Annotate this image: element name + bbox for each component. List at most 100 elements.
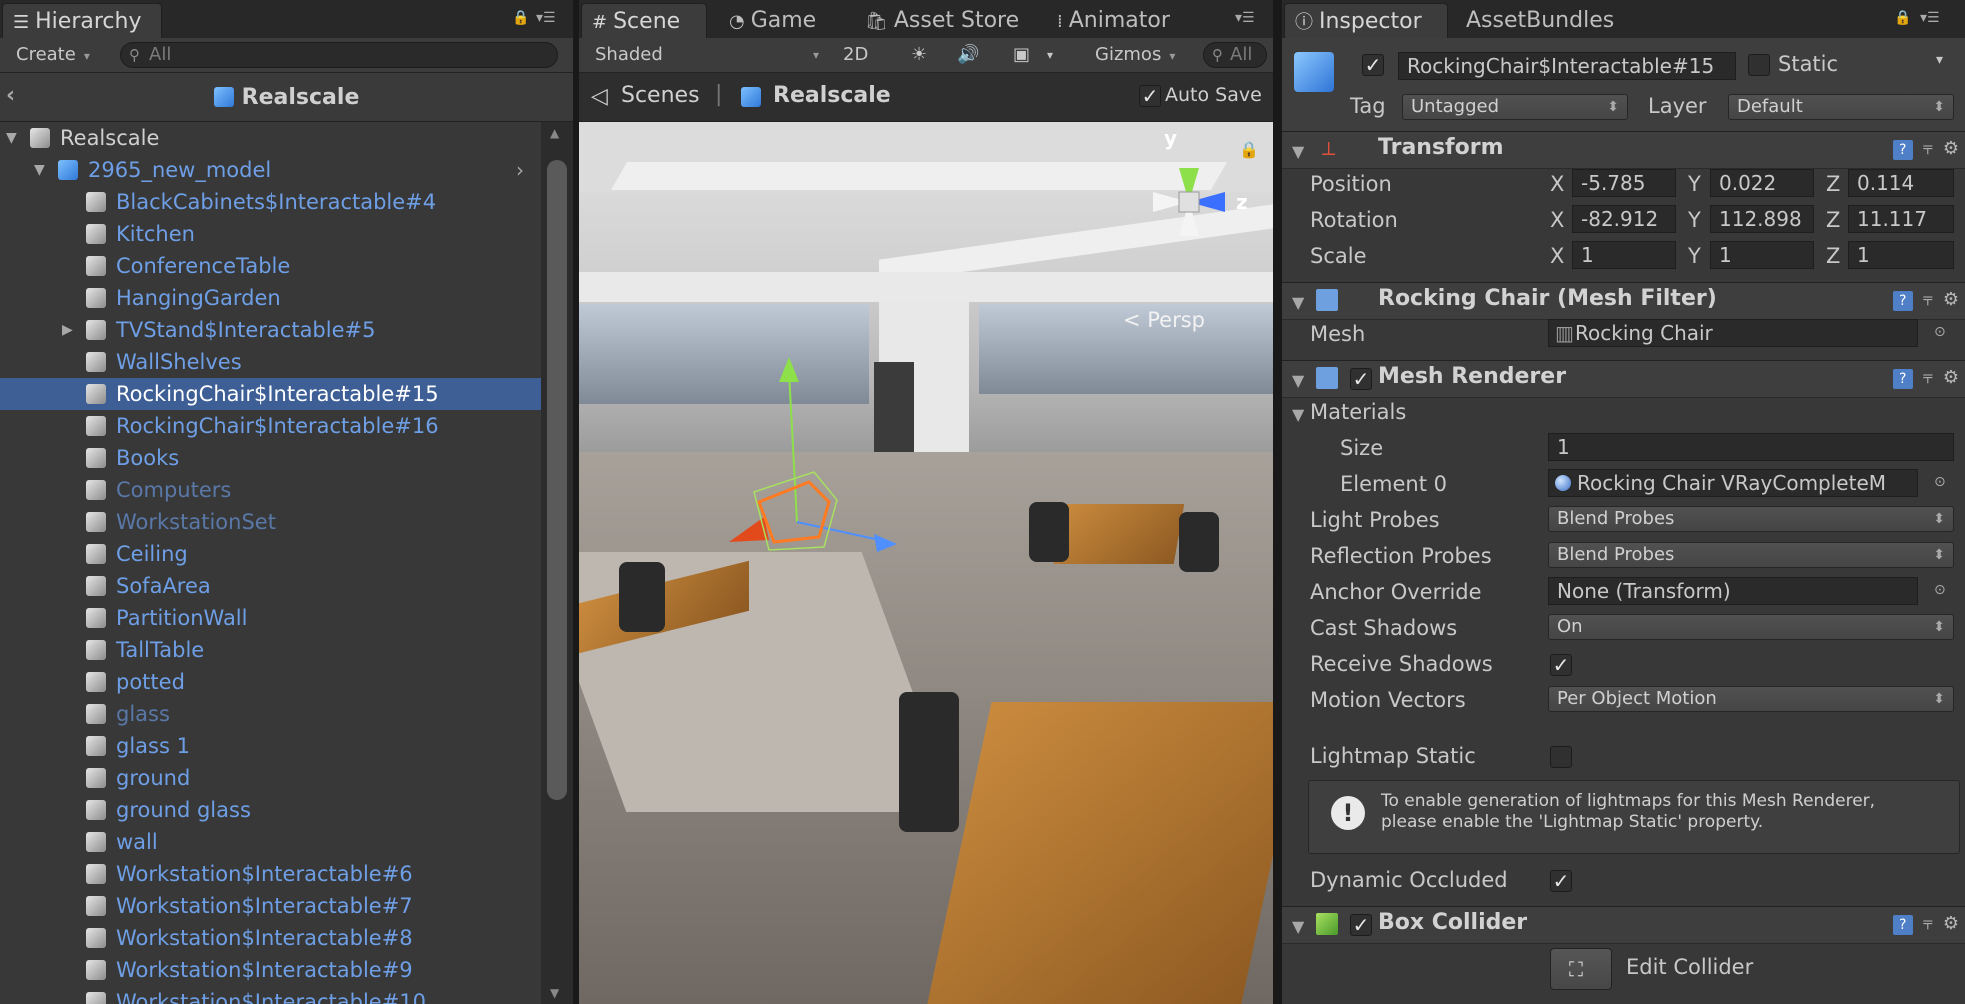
hierarchy-item[interactable]: Workstation$Interactable#7 (0, 890, 541, 922)
hierarchy-item[interactable]: ground glass (0, 794, 541, 826)
hierarchy-item[interactable]: ground (0, 762, 541, 794)
hierarchy-item[interactable]: Workstation$Interactable#9 (0, 954, 541, 986)
hierarchy-item[interactable]: RockingChair$Interactable#16 (0, 410, 541, 442)
hierarchy-item[interactable]: BlackCabinets$Interactable#4 (0, 186, 541, 218)
hierarchy-item[interactable]: Kitchen (0, 218, 541, 250)
panel-menu-icon[interactable]: ▾☰ (1920, 10, 1940, 26)
scroll-down-icon[interactable]: ▼ (550, 986, 559, 1000)
reflection-probes-dropdown[interactable]: Blend Probes (1548, 542, 1954, 568)
rotation-x-field[interactable]: -82.912 (1572, 205, 1676, 233)
lightmap-static-checkbox[interactable] (1550, 746, 1572, 768)
preset-icon[interactable]: ⫧ (1923, 138, 1933, 159)
position-x-field[interactable]: -5.785 (1572, 169, 1676, 197)
auto-save-checkbox[interactable]: ✓ (1139, 85, 1161, 107)
audio-toggle-icon[interactable]: 🔊 (949, 41, 987, 69)
receive-shadows-checkbox[interactable]: ✓ (1550, 654, 1572, 676)
object-name-field[interactable]: RockingChair$Interactable#15 (1398, 52, 1736, 80)
anchor-override-field[interactable]: None (Transform) (1548, 577, 1918, 605)
materials-size-field[interactable]: 1 (1548, 433, 1954, 461)
tab-scene[interactable]: # Scene (581, 3, 707, 38)
lock-icon[interactable]: 🔒 (1894, 10, 1911, 26)
scene-search-input[interactable]: ⚲ All (1203, 42, 1267, 68)
hierarchy-item[interactable]: glass (0, 698, 541, 730)
mesh-field[interactable]: ▥ Rocking Chair (1548, 319, 1918, 347)
scale-x-field[interactable]: 1 (1572, 241, 1676, 269)
hierarchy-item[interactable]: ▼ 2965_new_model › (0, 154, 541, 186)
scroll-up-icon[interactable]: ▲ (550, 126, 559, 140)
hierarchy-item[interactable]: RockingChair$Interactable#15 (0, 378, 541, 410)
gear-icon[interactable]: ⚙ (1943, 913, 1959, 934)
preset-icon[interactable]: ⫧ (1923, 367, 1933, 388)
motion-vectors-dropdown[interactable]: Per Object Motion (1548, 686, 1954, 712)
cast-shadows-dropdown[interactable]: On (1548, 614, 1954, 640)
tab-game[interactable]: ◔ Game (719, 3, 828, 38)
tab-hierarchy[interactable]: ☰ Hierarchy (2, 3, 162, 38)
rotation-y-field[interactable]: 112.898 (1710, 205, 1814, 233)
object-picker-icon[interactable]: ⊙ (1934, 582, 1946, 598)
hierarchy-item[interactable]: Computers (0, 474, 541, 506)
lighting-toggle-icon[interactable]: ☀ (903, 41, 935, 69)
lock-icon[interactable]: 🔒 (512, 10, 529, 26)
mesh-renderer-header[interactable]: ▼ ✓ Mesh Renderer ? ⫧ ⚙ (1282, 360, 1965, 398)
help-icon[interactable]: ? (1892, 291, 1913, 311)
foldout-icon[interactable]: ▼ (1292, 293, 1304, 312)
hierarchy-item[interactable]: Workstation$Interactable#10 (0, 986, 541, 1004)
projection-label[interactable]: < Persp (1123, 308, 1205, 332)
scale-z-field[interactable]: 1 (1848, 241, 1954, 269)
preset-icon[interactable]: ⫧ (1923, 913, 1933, 934)
panel-menu-icon[interactable]: ▾☰ (1235, 10, 1255, 26)
effects-toggle-icon[interactable]: ▣ (1005, 41, 1038, 69)
gizmos-dropdown[interactable]: Gizmos (1087, 41, 1183, 69)
edit-collider-button[interactable]: ⛶ (1550, 948, 1612, 990)
material-element0-field[interactable]: Rocking Chair VRayCompleteM (1548, 469, 1918, 497)
tab-inspector[interactable]: ⓘ Inspector (1284, 3, 1448, 38)
scene-viewport[interactable]: y z 🔒 < Persp (579, 122, 1273, 1004)
hierarchy-item[interactable]: potted (0, 666, 541, 698)
hierarchy-item[interactable]: Ceiling (0, 538, 541, 570)
hierarchy-item[interactable]: SofaArea (0, 570, 541, 602)
hierarchy-item[interactable]: ▶ TVStand$Interactable#5 (0, 314, 541, 346)
hierarchy-item[interactable]: ▼ Realscale (0, 122, 541, 154)
scrollbar-thumb[interactable] (547, 160, 567, 800)
hierarchy-item[interactable]: TallTable (0, 634, 541, 666)
hierarchy-item[interactable]: Workstation$Interactable#6 (0, 858, 541, 890)
effects-dropdown-icon[interactable]: ▾ (1039, 41, 1061, 69)
toggle-2d-button[interactable]: 2D (835, 41, 876, 69)
help-icon[interactable]: ? (1892, 369, 1913, 389)
move-gizmo[interactable] (729, 352, 909, 562)
scale-y-field[interactable]: 1 (1710, 241, 1814, 269)
tab-asset-store[interactable]: 🛍 Asset Store (855, 3, 1031, 38)
hierarchy-search-input[interactable]: ⚲ All (120, 42, 558, 68)
breadcrumb-scenes[interactable]: Scenes (621, 83, 700, 108)
box-collider-header[interactable]: ▼ ✓ Box Collider ? ⫧ ⚙ (1282, 906, 1965, 944)
tab-animator[interactable]: ⁞ Animator (1047, 3, 1182, 38)
shading-mode-dropdown[interactable]: Shaded ▾ (587, 41, 825, 69)
box-collider-enabled-checkbox[interactable]: ✓ (1350, 914, 1372, 936)
gear-icon[interactable]: ⚙ (1943, 367, 1959, 388)
hierarchy-item[interactable]: Books (0, 442, 541, 474)
hierarchy-item[interactable]: WorkstationSet (0, 506, 541, 538)
mesh-filter-header[interactable]: ▼ Rocking Chair (Mesh Filter) ? ⫧ ⚙ (1282, 282, 1965, 320)
dynamic-occluded-checkbox[interactable]: ✓ (1550, 870, 1572, 892)
position-z-field[interactable]: 0.114 (1848, 169, 1954, 197)
hierarchy-item[interactable]: Workstation$Interactable#8 (0, 922, 541, 954)
hierarchy-item[interactable]: glass 1 (0, 730, 541, 762)
mesh-renderer-enabled-checkbox[interactable]: ✓ (1350, 368, 1372, 390)
back-arrow-icon[interactable]: ‹ (6, 83, 15, 108)
hierarchy-item[interactable]: ConferenceTable (0, 250, 541, 282)
foldout-icon[interactable]: ▼ (1292, 371, 1304, 390)
object-picker-icon[interactable]: ⊙ (1934, 474, 1946, 490)
position-y-field[interactable]: 0.022 (1710, 169, 1814, 197)
static-dropdown-icon[interactable]: ▾ (1936, 52, 1943, 68)
layer-dropdown[interactable]: Default (1728, 94, 1954, 120)
help-icon[interactable]: ? (1892, 915, 1913, 935)
active-checkbox[interactable]: ✓ (1362, 54, 1384, 76)
materials-foldout-icon[interactable]: ▼ (1292, 405, 1304, 424)
tag-dropdown[interactable]: Untagged (1402, 94, 1628, 120)
tab-asset-bundles[interactable]: AssetBundles (1456, 3, 1626, 38)
foldout-icon[interactable]: ▼ (1292, 917, 1304, 936)
help-icon[interactable]: ? (1892, 140, 1913, 160)
expanded-arrow-icon[interactable]: ▼ (6, 122, 17, 154)
transform-header[interactable]: ▼ ⟂ Transform ? ⫧ ⚙ (1282, 131, 1965, 169)
hierarchy-item[interactable]: wall (0, 826, 541, 858)
